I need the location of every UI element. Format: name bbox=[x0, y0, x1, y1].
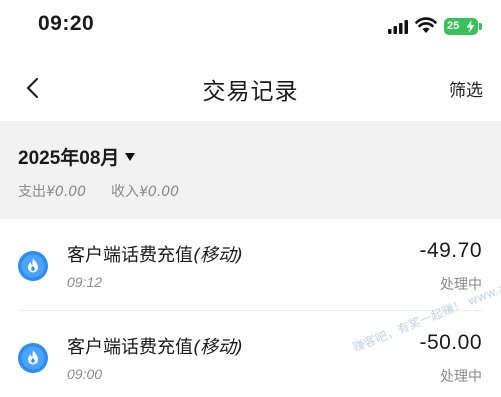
month-summary: 2025年08月 支出¥0.00 收入¥0.00 bbox=[0, 121, 501, 219]
transaction-row[interactable]: 客户端话费充值(移动) 09:12 -49.70 处理中 bbox=[0, 219, 501, 311]
transaction-name-suffix: (移动) bbox=[193, 245, 244, 266]
battery-tip bbox=[479, 23, 482, 30]
page-title: 交易记录 bbox=[202, 79, 299, 105]
transaction-time: 09:12 bbox=[67, 274, 103, 290]
status-bar: 09:20 25 bbox=[0, 0, 501, 52]
transaction-status: 处理中 bbox=[440, 369, 482, 385]
transaction-status: 处理中 bbox=[440, 277, 482, 293]
signal-icon bbox=[388, 20, 408, 34]
filter-button[interactable]: 筛选 bbox=[449, 76, 483, 101]
transaction-title: 客户端话费充值(移动) bbox=[67, 333, 243, 359]
nav-bar: 交易记录 筛选 bbox=[0, 58, 501, 118]
battery-indicator: 25 bbox=[444, 18, 478, 35]
flame-icon bbox=[18, 343, 48, 373]
transaction-time: 09:00 bbox=[67, 366, 103, 382]
flame-icon bbox=[18, 251, 48, 281]
expense-value: ¥0.00 bbox=[46, 184, 87, 200]
transaction-amount: -49.70 bbox=[419, 239, 482, 262]
transaction-records-screen: 09:20 25 交易记录 筛选 2025年08月 支出¥0.00 收入¥0.0… bbox=[0, 0, 501, 397]
wifi-icon bbox=[415, 17, 437, 33]
month-label: 2025年08月 bbox=[18, 148, 120, 169]
income-label: 收入 bbox=[111, 184, 139, 200]
transaction-name: 客户端话费充值 bbox=[67, 245, 193, 266]
month-selector[interactable]: 2025年08月 bbox=[18, 143, 136, 170]
transaction-list: 客户端话费充值(移动) 09:12 -49.70 处理中 客户端话费充值(移动)… bbox=[0, 219, 501, 397]
income-value: ¥0.00 bbox=[139, 184, 180, 200]
transaction-title: 客户端话费充值(移动) bbox=[67, 241, 243, 267]
battery-level: 25 bbox=[447, 20, 460, 32]
transaction-name-suffix: (移动) bbox=[193, 337, 244, 358]
month-totals: 支出¥0.00 收入¥0.00 bbox=[18, 181, 179, 201]
transaction-row[interactable]: 客户端话费充值(移动) 09:00 -50.00 处理中 bbox=[0, 311, 501, 397]
caret-down-icon bbox=[125, 152, 136, 161]
transaction-name: 客户端话费充值 bbox=[67, 337, 193, 358]
transaction-amount: -50.00 bbox=[419, 331, 482, 354]
expense-label: 支出 bbox=[18, 184, 46, 200]
battery-charging-icon bbox=[466, 20, 475, 33]
status-time: 09:20 bbox=[38, 12, 95, 35]
